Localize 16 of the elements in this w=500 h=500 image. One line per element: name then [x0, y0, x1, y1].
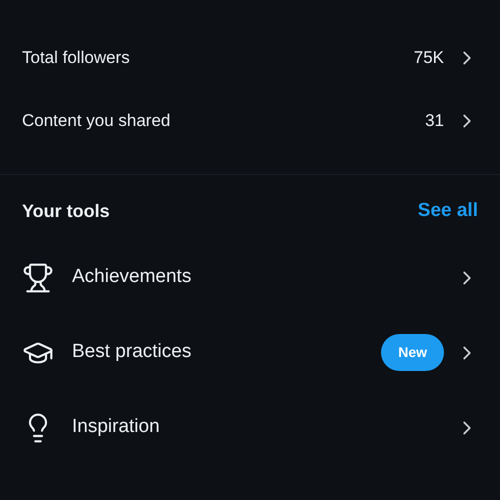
tool-label: Achievements — [72, 265, 192, 290]
tool-row[interactable]: Inspiration — [0, 390, 500, 465]
see-all-link[interactable]: See all — [418, 196, 478, 226]
trophy-icon — [22, 262, 54, 294]
tool-label: Best practices — [72, 340, 192, 364]
stat-label: Total followers — [22, 46, 131, 69]
stat-row[interactable]: Content you shared 31 — [0, 89, 500, 152]
tool-row[interactable]: Best practices New — [0, 315, 500, 390]
stat-label: Content you shared — [22, 110, 172, 132]
section-title: Your tools — [22, 200, 111, 222]
stat-row[interactable]: Total followers 75K — [0, 26, 500, 89]
tool-label: Inspiration — [72, 415, 161, 440]
stat-value: 75K — [414, 46, 444, 69]
new-badge: New — [381, 334, 444, 371]
tool-row[interactable]: Achievements — [0, 240, 500, 315]
stat-value: 31 — [425, 110, 444, 132]
